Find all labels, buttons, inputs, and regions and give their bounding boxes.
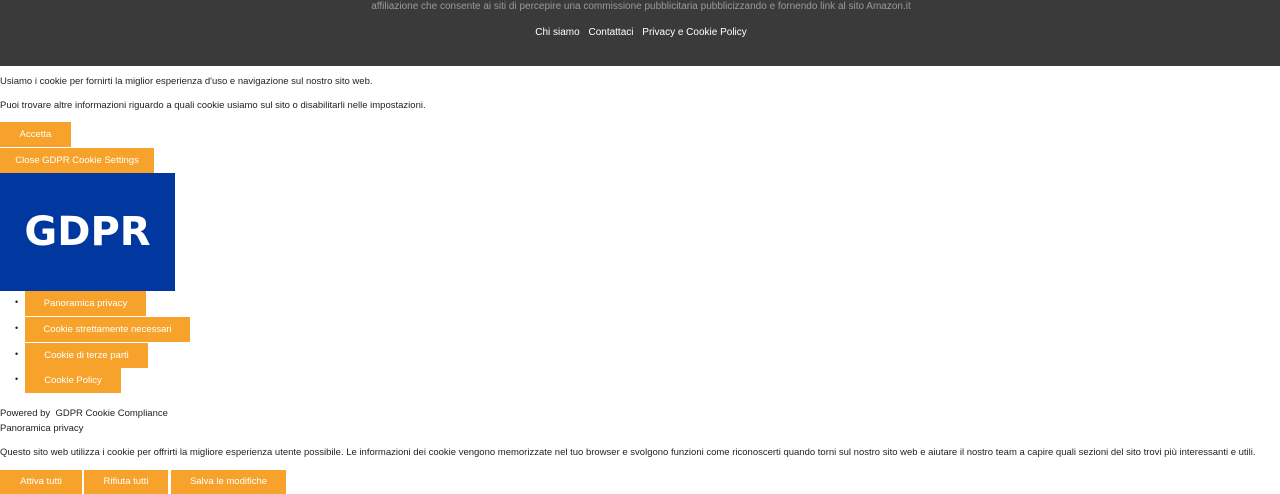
save-changes-button[interactable]: Salva le modifiche <box>171 470 286 494</box>
gdpr-logo: GDPR <box>0 173 175 291</box>
footer-nav: Chi siamo Contattaci Privacy e Cookie Po… <box>0 27 1280 38</box>
section-title: Panoramica privacy <box>0 423 84 434</box>
footer-link-contattaci[interactable]: Contattaci <box>588 27 633 38</box>
site-footer: affiliazione che consente ai siti di per… <box>0 0 1280 66</box>
bullet-icon: • <box>15 374 19 384</box>
tab-panoramica-privacy[interactable]: Panoramica privacy <box>25 291 146 316</box>
tab-cookie-terze-parti[interactable]: Cookie di terze parti <box>25 343 148 368</box>
footer-link-privacy-cookie-policy[interactable]: Privacy e Cookie Policy <box>642 27 746 38</box>
affiliate-disclaimer: affiliazione che consente ai siti di per… <box>371 1 911 12</box>
bullet-icon: • <box>15 297 19 307</box>
bullet-icon: • <box>15 323 19 333</box>
tab-cookie-policy[interactable]: Cookie Policy <box>25 368 121 393</box>
footer-link-chi-siamo[interactable]: Chi siamo <box>535 27 579 38</box>
reject-all-button[interactable]: Rifiuta tutti <box>84 470 168 494</box>
tab-cookie-strettamente-necessari[interactable]: Cookie strettamente necessari <box>25 317 190 342</box>
section-description: Questo sito web utilizza i cookie per of… <box>0 447 1256 458</box>
accept-button[interactable]: Accetta <box>0 122 71 147</box>
cookie-intro-text: Usiamo i cookie per fornirti la miglior … <box>0 76 373 87</box>
powered-by-text: Powered by GDPR Cookie Compliance <box>0 408 168 419</box>
close-gdpr-settings-button[interactable]: Close GDPR Cookie Settings <box>0 148 154 173</box>
enable-all-button[interactable]: Attiva tutti <box>0 470 82 494</box>
bullet-icon: • <box>15 349 19 359</box>
cookie-more-info-text: Puoi trovare altre informazioni riguardo… <box>0 100 426 111</box>
